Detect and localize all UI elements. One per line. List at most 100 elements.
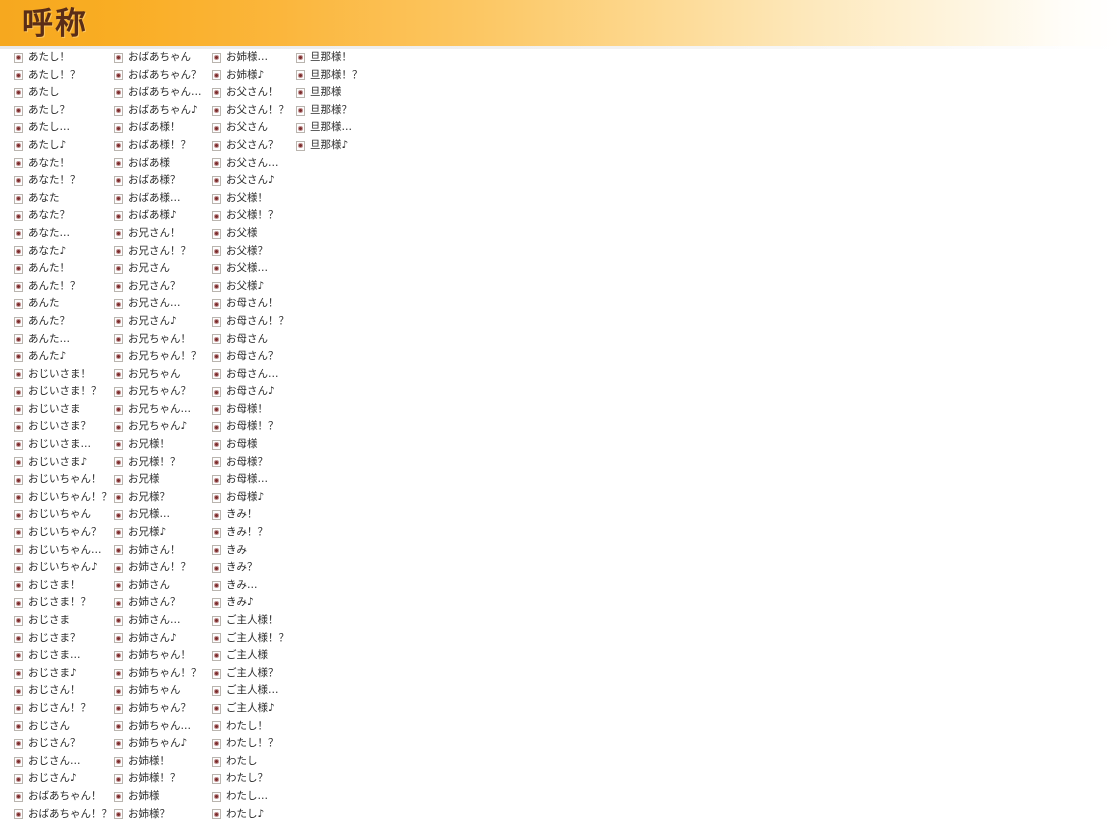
list-item[interactable]: お兄ちゃん！？ [114,348,212,366]
list-item[interactable]: お父さん♪ [212,172,296,190]
list-item[interactable]: おばあちゃん [114,49,212,67]
list-item[interactable]: ご主人様？ [212,665,296,683]
list-item[interactable]: お母様！ [212,401,296,419]
list-item[interactable]: おじさま♪ [14,665,114,683]
list-item[interactable]: おばあ様！？ [114,137,212,155]
list-item[interactable]: お父様！？ [212,207,296,225]
list-item[interactable]: お兄さん！？ [114,243,212,261]
list-item[interactable]: きみ♪ [212,594,296,612]
list-item[interactable]: 旦那様？ [296,102,406,120]
list-item[interactable]: お父様！ [212,190,296,208]
list-item[interactable]: お兄さん！ [114,225,212,243]
list-item[interactable]: お兄ちゃん！ [114,331,212,349]
list-item[interactable]: わたし？ [212,770,296,788]
list-item[interactable]: おじさん♪ [14,770,114,788]
list-item[interactable]: お母様！？ [212,418,296,436]
list-item[interactable]: あなた… [14,225,114,243]
list-item[interactable]: お母様？ [212,454,296,472]
list-item[interactable]: わたし♪ [212,806,296,824]
list-item[interactable]: おじいさま♪ [14,454,114,472]
list-item[interactable]: わたし… [212,788,296,806]
list-item[interactable]: おばあちゃん！ [14,788,114,806]
list-item[interactable]: おじさん [14,718,114,736]
list-item[interactable]: お姉ちゃん♪ [114,735,212,753]
list-item[interactable]: お姉さん… [114,612,212,630]
list-item[interactable]: きみ？ [212,559,296,577]
list-item[interactable]: お姉さん！ [114,542,212,560]
list-item[interactable]: あんた… [14,331,114,349]
list-item[interactable]: きみ [212,542,296,560]
list-item[interactable]: わたし！？ [212,735,296,753]
list-item[interactable]: お母さん！ [212,295,296,313]
list-item[interactable]: お姉ちゃん… [114,718,212,736]
list-item[interactable]: お兄さん [114,260,212,278]
list-item[interactable]: お母さん？ [212,348,296,366]
list-item[interactable]: お母様♪ [212,489,296,507]
list-item[interactable]: お母さん [212,331,296,349]
list-item[interactable]: おばあ様！ [114,119,212,137]
list-item[interactable]: お姉様♪ [212,67,296,85]
list-item[interactable]: おばあちゃん！？ [14,806,114,824]
list-item[interactable]: お父さん [212,119,296,137]
list-item[interactable]: お兄さん♪ [114,313,212,331]
list-item[interactable]: おじいちゃん… [14,542,114,560]
list-item[interactable]: おばあ様… [114,190,212,208]
list-item[interactable]: 旦那様… [296,119,406,137]
list-item[interactable]: あたし♪ [14,137,114,155]
list-item[interactable]: あんた！？ [14,278,114,296]
list-item[interactable]: わたし！ [212,718,296,736]
list-item[interactable]: きみ！ [212,506,296,524]
list-item[interactable]: お母様 [212,436,296,454]
list-item[interactable]: お兄様？ [114,489,212,507]
list-item[interactable]: お姉様！？ [114,770,212,788]
list-item[interactable]: きみ！？ [212,524,296,542]
list-item[interactable]: お父様… [212,260,296,278]
list-item[interactable]: お姉様！ [114,753,212,771]
list-item[interactable]: お父様♪ [212,278,296,296]
list-item[interactable]: おじさん！ [14,682,114,700]
list-item[interactable]: おじさま？ [14,630,114,648]
list-item[interactable]: 旦那様！ [296,49,406,67]
list-item[interactable]: お兄ちゃん… [114,401,212,419]
list-item[interactable]: お父さん！？ [212,102,296,120]
list-item[interactable]: お姉さん？ [114,594,212,612]
list-item[interactable]: お兄ちゃん♪ [114,418,212,436]
list-item[interactable]: お父様 [212,225,296,243]
list-item[interactable]: お兄さん？ [114,278,212,296]
list-item[interactable]: おばあ様 [114,155,212,173]
list-item[interactable]: おじいちゃん！？ [14,489,114,507]
list-item[interactable]: あたし？ [14,102,114,120]
list-item[interactable]: ご主人様！？ [212,630,296,648]
list-item[interactable]: あたし！？ [14,67,114,85]
list-item[interactable]: お姉様？ [114,806,212,824]
list-item[interactable]: おばあちゃん？ [114,67,212,85]
list-item[interactable]: お姉ちゃん [114,682,212,700]
list-item[interactable]: お母さん！？ [212,313,296,331]
list-item[interactable]: あなた？ [14,207,114,225]
list-item[interactable]: お姉さん♪ [114,630,212,648]
list-item[interactable]: あなた！ [14,155,114,173]
list-item[interactable]: ご主人様 [212,647,296,665]
list-item[interactable]: お父さん？ [212,137,296,155]
list-item[interactable]: あたし！ [14,49,114,67]
list-item[interactable]: お兄様… [114,506,212,524]
list-item[interactable]: お兄様 [114,471,212,489]
list-item[interactable]: あなた！？ [14,172,114,190]
list-item[interactable]: おじいさま [14,401,114,419]
list-item[interactable]: お姉さん [114,577,212,595]
list-item[interactable]: おじさん？ [14,735,114,753]
list-item[interactable]: お姉ちゃん？ [114,700,212,718]
list-item[interactable]: ご主人様… [212,682,296,700]
list-item[interactable]: あたし [14,84,114,102]
list-item[interactable]: お母さん♪ [212,383,296,401]
list-item[interactable]: おばあちゃん♪ [114,102,212,120]
list-item[interactable]: お姉様 [114,788,212,806]
list-item[interactable]: ご主人様♪ [212,700,296,718]
list-item[interactable]: おじいさま？ [14,418,114,436]
list-item[interactable]: お兄様！？ [114,454,212,472]
list-item[interactable]: あんた？ [14,313,114,331]
list-item[interactable]: おじいちゃん♪ [14,559,114,577]
list-item[interactable]: きみ… [212,577,296,595]
list-item[interactable]: お兄ちゃん [114,366,212,384]
list-item[interactable]: おばあ様♪ [114,207,212,225]
